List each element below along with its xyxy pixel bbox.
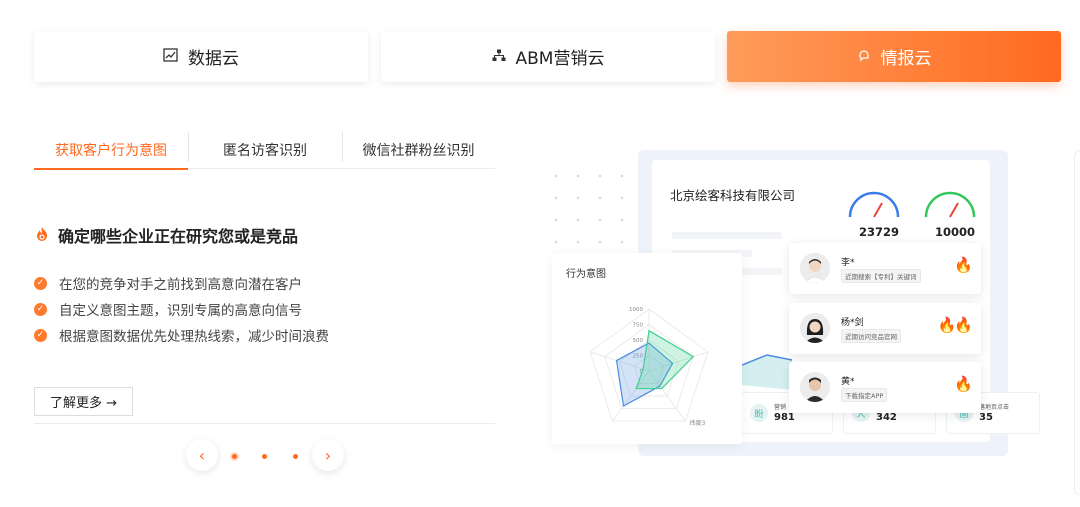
tab-label: 微信社群粉丝识别 xyxy=(362,143,475,159)
feature-bullets: ✓ 在您的竞争对手之前找到高意向潜在客户 ✓ 自定义意图主题，识别专属的高意向信号 … xyxy=(34,270,329,348)
stat-label: 落地页点击 xyxy=(979,404,1010,411)
brain-icon xyxy=(857,49,871,65)
bullet-text: 在您的竞争对手之前找到高意向潜在客户 xyxy=(59,277,302,293)
list-item: ✓ 根据意图数据优先处理热线索，减少时间浪费 xyxy=(34,322,329,348)
radar-tick-label: 1000 xyxy=(629,307,643,313)
headline-text: 确定哪些企业正在研究您或是竞品 xyxy=(58,227,299,246)
lead-name: 杨*剑 xyxy=(841,318,864,328)
product-card-label: ABM营销云 xyxy=(515,49,605,69)
avatar xyxy=(800,372,830,402)
check-icon: ✓ xyxy=(34,276,47,290)
lead-name: 黄* xyxy=(841,377,855,387)
bullet-text: 根据意图数据优先处理热线索，减少时间浪费 xyxy=(59,329,329,345)
list-item: ✓ 在您的竞争对手之前找到高意向潜在客户 xyxy=(34,270,329,296)
tab-customer-intent[interactable]: 获取客户行为意图 xyxy=(34,131,188,170)
radar-chart: 10007505002500纬度3 xyxy=(589,307,709,427)
radar-tick-label: 500 xyxy=(633,338,644,344)
lead-card[interactable]: 李* 近期搜索【专利】关键词 🔥 xyxy=(789,243,981,294)
product-card-label: 数据云 xyxy=(188,49,239,69)
product-card-data-cloud[interactable]: 数据云 xyxy=(34,31,368,82)
check-icon: ✓ xyxy=(34,302,47,316)
divider xyxy=(34,423,495,424)
stat-icon-glyph: 盼 xyxy=(754,409,764,420)
avatar xyxy=(800,313,830,343)
next-slide-button[interactable]: › xyxy=(312,439,344,471)
gauge-value-1: 23729 xyxy=(859,225,900,239)
tab-label: 匿名访客识别 xyxy=(223,143,307,159)
lead-card[interactable]: 杨*剑 近期访问竞品官网 🔥🔥 xyxy=(789,303,981,354)
stat-label: 营销 xyxy=(774,404,787,411)
lead-name: 李* xyxy=(841,258,855,268)
area-chart xyxy=(742,354,792,390)
product-card-abm-cloud[interactable]: ABM营销云 xyxy=(381,31,715,82)
lead-tag: 下载指定APP xyxy=(841,388,888,402)
product-card-intel-cloud[interactable]: 情报云 xyxy=(727,31,1061,82)
learn-more-button[interactable]: 了解更多 → xyxy=(34,387,133,416)
gauge-meter-2 xyxy=(924,191,976,218)
slide-dot-1[interactable] xyxy=(232,454,237,459)
placeholder-line xyxy=(742,268,782,275)
radar-chart-card: 行为意图 1000 750 500 250 0 纬度3 xyxy=(552,253,742,444)
stat-icon: 盼 xyxy=(750,404,768,422)
list-item: ✓ 自定义意图主题，识别专属的高意向信号 xyxy=(34,296,329,322)
prev-slide-button[interactable]: ‹ xyxy=(186,439,218,471)
placeholder-line xyxy=(672,232,782,239)
feature-tabs: 获取客户行为意图 匿名访客识别 微信社群粉丝识别 xyxy=(34,131,495,170)
product-card-label: 情报云 xyxy=(880,49,932,69)
lead-card[interactable]: 黄* 下载指定APP 🔥 xyxy=(789,362,981,413)
tab-wechat-fans[interactable]: 微信社群粉丝识别 xyxy=(342,131,495,169)
page: 数据云 ABM营销云 情报云 获取客户行为意图 匿名访客识别 微信社群粉丝识别 … xyxy=(0,0,1080,507)
lead-tag: 近期访问竞品官网 xyxy=(841,329,901,343)
chevron-right-icon: › xyxy=(324,445,332,465)
tab-label: 获取客户行为意图 xyxy=(55,143,167,159)
radar-tick-label: 750 xyxy=(633,323,644,329)
gauge-meter-1 xyxy=(848,191,900,218)
slide-dot-3[interactable] xyxy=(293,454,298,459)
gauge-value-2: 10000 xyxy=(935,225,976,239)
feature-headline: 确定哪些企业正在研究您或是竞品 xyxy=(34,223,298,247)
stat-value: 35 xyxy=(979,412,993,423)
adjacent-panel-edge xyxy=(1074,150,1080,495)
bullet-text: 自定义意图主题，识别专属的高意向信号 xyxy=(59,303,302,319)
radar-axis-label: 纬度3 xyxy=(689,419,705,427)
fire-icon: 🔥 xyxy=(954,256,973,274)
fire-icon: 🔥🔥 xyxy=(937,316,973,334)
chevron-left-icon: ‹ xyxy=(198,445,206,465)
stat-value: 342 xyxy=(876,412,897,423)
fire-icon: 🔥 xyxy=(954,375,973,393)
flame-icon xyxy=(34,226,50,244)
company-name: 北京绘客科技有限公司 xyxy=(670,188,796,203)
chart-icon xyxy=(163,48,178,65)
radar-series-shape xyxy=(635,329,695,390)
lead-tag: 近期搜索【专利】关键词 xyxy=(841,269,921,283)
decorative-dot-grid xyxy=(545,165,635,245)
check-icon: ✓ xyxy=(34,328,47,342)
avatar xyxy=(800,253,830,283)
stat-value: 981 xyxy=(774,412,795,423)
org-chart-icon xyxy=(492,49,506,65)
slide-dot-2[interactable] xyxy=(262,454,267,459)
tab-anonymous-visitor[interactable]: 匿名访客识别 xyxy=(188,131,342,169)
